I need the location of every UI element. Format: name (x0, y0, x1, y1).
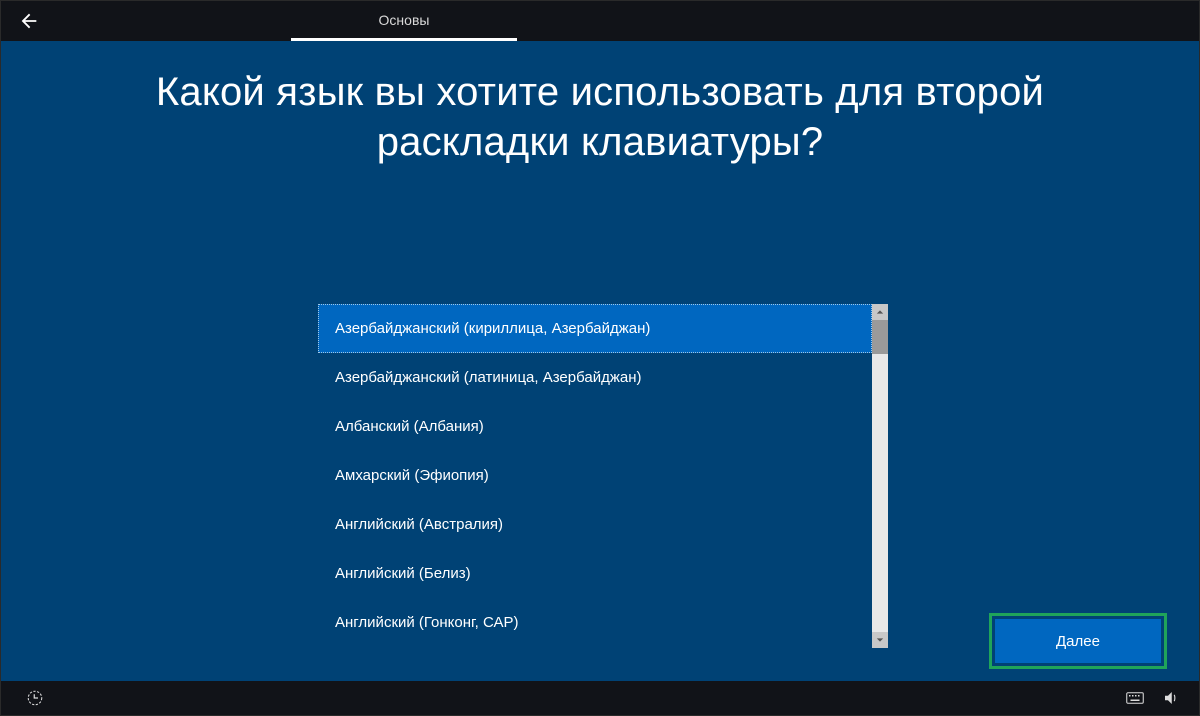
next-button-highlight: Далее (989, 613, 1167, 669)
page-title-line1: Какой язык вы хотите использовать для вт… (156, 70, 1044, 114)
next-button-label: Далее (1056, 633, 1100, 650)
scroll-down-button[interactable] (872, 632, 888, 648)
scroll-thumb[interactable] (872, 320, 888, 354)
chevron-up-icon (876, 308, 884, 316)
language-option-label: Албанский (Албания) (335, 418, 484, 435)
ease-of-access-button[interactable] (17, 681, 53, 715)
language-option[interactable]: Английский (Австралия) (318, 500, 872, 549)
keyboard-language-list: Азербайджанский (кириллица, Азербайджан)… (318, 304, 888, 648)
language-option-label: Английский (Австралия) (335, 516, 503, 533)
language-option[interactable]: Английский (Гонконг, САР) (318, 598, 872, 647)
language-option-label: Азербайджанский (латиница, Азербайджан) (335, 369, 641, 386)
back-arrow-icon (18, 10, 40, 32)
volume-icon (1162, 689, 1180, 707)
tab-basics-label: Основы (379, 12, 430, 28)
language-option-label: Азербайджанский (кириллица, Азербайджан) (335, 320, 650, 337)
language-list-viewport[interactable]: Азербайджанский (кириллица, Азербайджан)… (318, 304, 872, 648)
on-screen-keyboard-button[interactable] (1117, 681, 1153, 715)
scrollbar[interactable] (872, 304, 888, 648)
page-title: Какой язык вы хотите использовать для вт… (1, 41, 1199, 167)
language-option[interactable]: Албанский (Албания) (318, 402, 872, 451)
language-option-label: Английский (Гонконг, САР) (335, 614, 519, 631)
language-option-label: Амхарский (Эфиопия) (335, 467, 489, 484)
keyboard-icon (1126, 689, 1144, 707)
volume-button[interactable] (1153, 681, 1189, 715)
chevron-down-icon (876, 636, 884, 644)
language-option[interactable]: Амхарский (Эфиопия) (318, 451, 872, 500)
scroll-up-button[interactable] (872, 304, 888, 320)
language-option-label: Английский (Белиз) (335, 565, 471, 582)
bottom-bar (1, 681, 1199, 715)
oobe-window: Основы Какой язык вы хотите использовать… (0, 0, 1200, 716)
back-button[interactable] (1, 1, 57, 41)
main-panel: Какой язык вы хотите использовать для вт… (1, 41, 1199, 681)
language-option[interactable]: Английский (Белиз) (318, 549, 872, 598)
language-option[interactable]: Азербайджанский (кириллица, Азербайджан) (318, 304, 872, 353)
next-button[interactable]: Далее (995, 619, 1161, 663)
ease-of-access-icon (26, 689, 44, 707)
scroll-track[interactable] (872, 320, 888, 632)
tab-basics[interactable]: Основы (291, 1, 517, 41)
page-title-line2: раскладки клавиатуры? (377, 120, 824, 164)
top-bar: Основы (1, 1, 1199, 41)
language-option[interactable]: Азербайджанский (латиница, Азербайджан) (318, 353, 872, 402)
